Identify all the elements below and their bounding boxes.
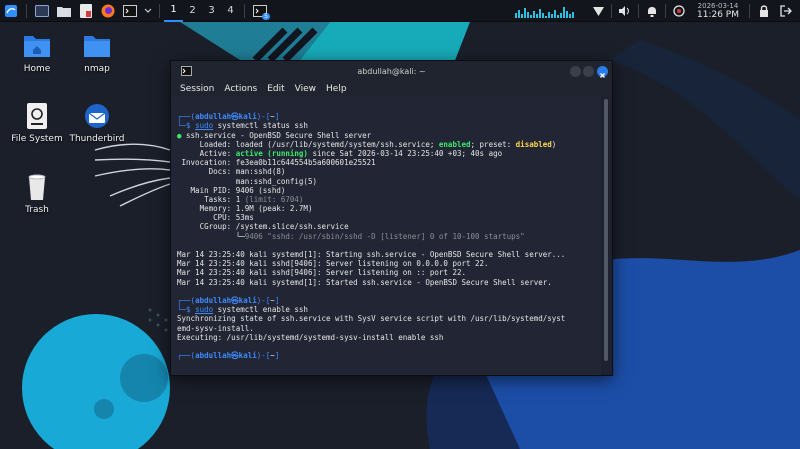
terminal-line: CGroup: /system.slice/ssh.service	[177, 222, 349, 232]
panel-separator	[159, 3, 160, 18]
terminal-line: Invocation: fe3ea0b11c644554b5a600601e25…	[177, 158, 376, 168]
desktop-icon-label: Trash	[25, 205, 49, 215]
clock[interactable]: 2026-03-14 11:26 PM	[690, 2, 746, 20]
terminal-line: Synchronizing state of ssh.service with …	[177, 314, 566, 324]
prompt-line: ┌──(abdullah㉿kali)-[~]	[177, 112, 280, 122]
terminal-menubar: Session Actions Edit View Help	[171, 81, 612, 97]
prompt-user-host: abdullah㉿kali	[195, 351, 257, 361]
maximize-button[interactable]	[583, 66, 594, 77]
top-panel: 1 2 3 4 5 2026-03-14 11:26 PM	[0, 0, 800, 22]
panel-separator	[665, 4, 666, 18]
kali-menu-icon[interactable]	[3, 3, 19, 19]
close-icon	[600, 73, 605, 78]
panel-separator	[26, 3, 27, 18]
terminal-output[interactable]: ┌──(abdullah㉿kali)-[~] └─$ sudo systemctl…	[171, 97, 601, 375]
logout-icon[interactable]	[778, 3, 794, 19]
terminal-window[interactable]: abdullah@kali: ~ Session Actions Edit Vi…	[170, 60, 613, 376]
terminal-titlebar[interactable]: abdullah@kali: ~	[171, 61, 612, 81]
clock-time: 11:26 PM	[697, 10, 739, 20]
task-count-badge: 5	[262, 12, 270, 20]
panel-separator	[749, 4, 750, 18]
prompt-line: ┌──(abdullah㉿kali)-[~]	[177, 351, 280, 361]
workspace-1[interactable]: 1	[164, 0, 183, 22]
terminal-line: Active: active (running) since Sat 2026-…	[177, 148, 503, 158]
volume-icon[interactable]	[617, 3, 633, 19]
minimize-button[interactable]	[570, 66, 581, 77]
terminal-line: ● ssh.service - OpenBSD Secure Shell ser…	[177, 130, 372, 140]
log-line: Mar 14 23:25:40 kali systemd[1]: Started…	[177, 277, 552, 287]
terminal-task-icon[interactable]: 5	[252, 3, 270, 20]
terminal-line: CPU: 53ms	[177, 213, 254, 223]
network-icon[interactable]	[590, 3, 606, 19]
terminal-line: emd-sysv-install.	[177, 323, 254, 333]
terminal-launcher-icon[interactable]	[122, 3, 138, 19]
show-desktop-icon[interactable]	[34, 3, 50, 19]
terminal-line: Executing: /usr/lib/systemd/systemd-sysv…	[177, 332, 444, 342]
thunderbird-icon	[85, 104, 109, 128]
desktop-icon-label: Thunderbird	[69, 134, 125, 144]
window-title: abdullah@kali: ~	[357, 66, 426, 76]
chevron-down-icon[interactable]	[144, 3, 152, 19]
command-line: └─$ sudo systemctl status ssh	[177, 121, 308, 131]
desktop-icon-trash[interactable]: Trash	[0, 173, 76, 215]
panel-separator	[244, 3, 245, 18]
workspace-2[interactable]: 2	[183, 0, 202, 22]
terminal-line: Memory: 1.9M (peak: 2.7M)	[177, 204, 313, 214]
notification-bell-icon[interactable]	[644, 3, 660, 19]
menu-actions[interactable]: Actions	[224, 84, 257, 94]
command-line: └─$ sudo systemctl enable ssh	[177, 305, 308, 315]
prompt-user-host: abdullah㉿kali	[195, 295, 257, 305]
terminal-line: └─9406 "sshd: /usr/sbin/sshd -D [listene…	[177, 231, 525, 241]
desktop-icon-thunderbird[interactable]: Thunderbird	[58, 102, 136, 144]
log-line: Mar 14 23:25:40 kali sshd[9406]: Server …	[177, 268, 466, 278]
terminal-line: Tasks: 1 (limit: 6704)	[177, 194, 304, 204]
power-manager-icon[interactable]	[671, 3, 687, 19]
terminal-line: Docs: man:sshd(8)	[177, 167, 286, 177]
terminal-line: Loaded: loaded (/usr/lib/systemd/system/…	[177, 139, 557, 149]
panel-separator	[638, 4, 639, 18]
close-button[interactable]	[597, 66, 608, 78]
cpu-graph-icon	[515, 7, 574, 18]
lock-screen-icon[interactable]	[756, 3, 772, 19]
terminal-scrollbar[interactable]	[603, 97, 609, 375]
log-line: Mar 14 23:25:40 kali systemd[1]: Startin…	[177, 250, 566, 259]
firefox-icon[interactable]	[100, 3, 116, 19]
menu-session[interactable]: Session	[180, 84, 214, 94]
panel-separator	[611, 4, 612, 18]
terminal-line: Main PID: 9406 (sshd)	[177, 185, 286, 195]
workspace-4[interactable]: 4	[221, 0, 240, 22]
text-editor-icon[interactable]	[78, 3, 94, 19]
file-manager-icon[interactable]	[56, 3, 72, 19]
drive-icon	[27, 103, 47, 129]
trash-icon	[28, 174, 46, 200]
desktop-icon-nmap[interactable]: nmap	[58, 32, 136, 74]
prompt-line: ┌──(abdullah㉿kali)-[~]	[177, 295, 280, 305]
desktop-icon-label: Home	[23, 64, 51, 74]
menu-view[interactable]: View	[295, 84, 316, 94]
workspace-3[interactable]: 3	[202, 0, 221, 22]
system-tray: 2026-03-14 11:26 PM	[515, 0, 800, 22]
terminal-line: man:sshd_config(5)	[177, 176, 317, 186]
menu-help[interactable]: Help	[326, 84, 347, 94]
folder-icon	[24, 36, 50, 57]
desktop-icon-label: File System	[11, 134, 63, 144]
log-line: Mar 14 23:25:40 kali sshd[9406]: Server …	[177, 259, 489, 269]
scrollbar-thumb[interactable]	[604, 99, 608, 361]
folder-icon	[84, 36, 110, 57]
prompt-user-host: abdullah㉿kali	[195, 112, 257, 122]
desktop-icon-label: nmap	[84, 64, 110, 74]
menu-edit[interactable]: Edit	[267, 84, 284, 94]
